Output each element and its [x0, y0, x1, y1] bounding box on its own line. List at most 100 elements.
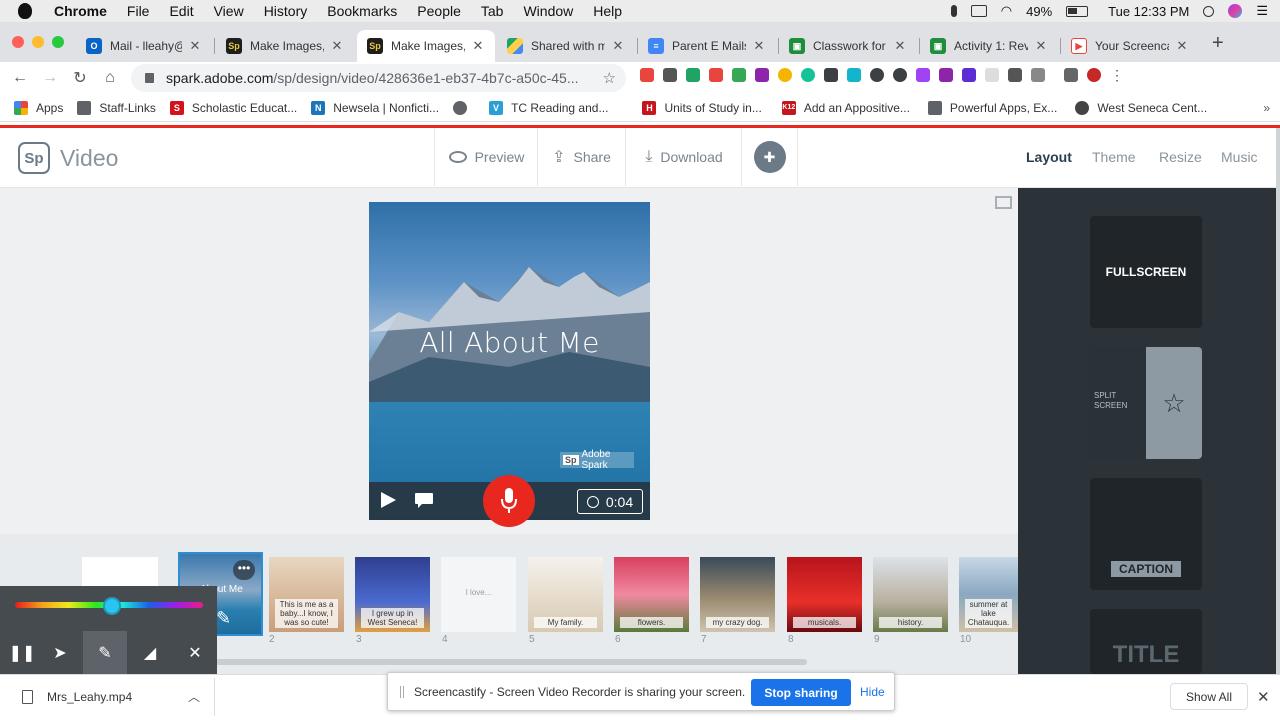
bookmark-powerful-apps[interactable]: Powerful Apps, Ex... — [927, 100, 1057, 115]
more-options-icon[interactable]: ••• — [233, 560, 255, 580]
slide-thumb-4[interactable]: I love... — [441, 557, 516, 632]
download-item[interactable]: Mrs_Leahy.mp4 — [22, 690, 132, 704]
forward-icon[interactable]: → — [40, 68, 60, 88]
slide-thumb-6[interactable]: flowers. — [614, 557, 689, 632]
tab-close-icon[interactable]: ✕ — [330, 38, 344, 54]
slide-thumb-8[interactable]: musicals. — [787, 557, 862, 632]
slide-thumb-2[interactable]: This is me as a baby...I know, I was so … — [269, 557, 344, 632]
menu-edit[interactable]: Edit — [169, 3, 193, 19]
bookmarks-overflow-icon[interactable]: » — [1263, 101, 1270, 115]
color-picker-handle[interactable] — [103, 597, 121, 615]
back-icon[interactable]: ← — [10, 68, 30, 88]
layout-split-screen[interactable]: SPLIT SCREEN ☆ — [1090, 347, 1202, 459]
extension-purple-icon[interactable] — [755, 68, 769, 82]
airplay-icon[interactable] — [970, 5, 987, 17]
menu-people[interactable]: People — [417, 3, 461, 19]
notification-center-icon[interactable]: ☰ — [1256, 3, 1268, 19]
tab-docs[interactable]: ≡ Parent E Mails ✕ — [638, 30, 776, 62]
layout-title[interactable]: TITLE — [1090, 609, 1202, 674]
battery-icon[interactable] — [1066, 5, 1089, 17]
preview-button[interactable]: Preview — [434, 128, 538, 186]
bookmark-globe[interactable] — [453, 100, 475, 115]
layout-fullscreen[interactable]: FULLSCREEN — [1090, 216, 1202, 328]
tab-close-icon[interactable]: ✕ — [611, 38, 625, 54]
tab-close-icon[interactable]: ✕ — [752, 38, 766, 54]
slide-preview[interactable]: All About Me Sp Adobe Spark — [369, 202, 650, 520]
bookmark-appositive[interactable]: K12 Add an Appositive... — [781, 100, 910, 115]
slide-thumb-7[interactable]: my crazy dog. — [700, 557, 775, 632]
tab-classroom-2[interactable]: ▣ Activity 1: Revi ✕ — [920, 30, 1058, 62]
window-close-icon[interactable] — [12, 36, 24, 48]
tab-close-icon[interactable]: ✕ — [471, 38, 485, 54]
menu-help[interactable]: Help — [593, 3, 622, 19]
menu-bookmarks[interactable]: Bookmarks — [327, 3, 397, 19]
new-tab-icon[interactable]: + — [1212, 32, 1224, 55]
tab-close-icon[interactable]: ✕ — [188, 38, 202, 54]
play-icon[interactable] — [378, 490, 398, 510]
add-slide-button[interactable] — [82, 557, 158, 587]
window-zoom-icon[interactable] — [52, 36, 64, 48]
extension-grammarly-icon[interactable] — [801, 68, 815, 82]
chrome-menu-icon[interactable]: ⋮ — [1110, 68, 1124, 82]
menu-tab[interactable]: Tab — [481, 3, 504, 19]
stop-sharing-button[interactable]: Stop sharing — [751, 679, 851, 706]
spotlight-search-icon[interactable] — [1203, 5, 1215, 17]
tab-close-icon[interactable]: ✕ — [1175, 38, 1189, 54]
tab-spark-1[interactable]: Sp Make Images, V ✕ — [216, 30, 354, 62]
tab-drive[interactable]: Shared with me ✕ — [497, 30, 635, 62]
extension-pdf-icon[interactable] — [939, 68, 953, 82]
apple-icon[interactable] — [18, 3, 32, 19]
bookmark-apps[interactable]: Apps — [14, 100, 63, 115]
slide-thumb-9[interactable]: history. — [873, 557, 948, 632]
extension-teal-icon[interactable] — [847, 68, 861, 82]
bookmark-tc-reading[interactable]: V TC Reading and... — [489, 100, 608, 115]
close-download-bar-icon[interactable]: ✕ — [1257, 688, 1270, 706]
tab-resize[interactable]: Resize — [1159, 149, 1202, 165]
tab-spark-active[interactable]: Sp Make Images, V ✕ — [357, 30, 495, 62]
show-all-button[interactable]: Show All — [1170, 683, 1248, 710]
tab-mail[interactable]: O Mail - lleahy@w ✕ — [76, 30, 212, 62]
eraser-tool-icon[interactable]: ◢ — [128, 631, 172, 674]
slide-duration[interactable]: 0:04 — [577, 489, 643, 514]
tab-screencastify[interactable]: ▶ Your Screenca ✕ — [1061, 30, 1199, 62]
menu-history[interactable]: History — [264, 3, 308, 19]
extension-drive-icon[interactable] — [686, 68, 700, 82]
reload-icon[interactable]: ↻ — [70, 68, 90, 88]
tab-music[interactable]: Music — [1221, 149, 1258, 165]
bookmark-units-of-study[interactable]: H Units of Study in... — [642, 100, 762, 115]
tab-classroom-1[interactable]: ▣ Classwork for P ✕ — [779, 30, 917, 62]
bookmark-scholastic[interactable]: S Scholastic Educat... — [169, 100, 297, 115]
bookmark-newsela[interactable]: N Newsela | Nonficti... — [311, 100, 439, 115]
layout-caption[interactable]: CAPTION — [1090, 478, 1202, 590]
close-annotation-icon[interactable]: ✕ — [173, 631, 217, 674]
fullscreen-expand-icon[interactable] — [995, 196, 1012, 209]
slide-thumb-3[interactable]: I grew up in West Seneca! — [355, 557, 430, 632]
tab-close-icon[interactable]: ✕ — [1034, 38, 1048, 54]
slide-thumb-10[interactable]: summer at lake Chatauqua. — [959, 557, 1018, 632]
spark-video-logo[interactable]: Sp Video — [18, 142, 118, 174]
home-icon[interactable]: ⌂ — [100, 68, 120, 88]
cursor-tool-icon[interactable]: ➤ — [38, 631, 82, 674]
extension-record-icon[interactable] — [709, 68, 723, 82]
record-voice-button[interactable] — [483, 475, 535, 527]
microphone-status-icon[interactable] — [950, 5, 957, 17]
collaborate-button[interactable]: ✚ — [741, 128, 798, 186]
menu-view[interactable]: View — [214, 3, 244, 19]
extension-v2-icon[interactable] — [893, 68, 907, 82]
pen-tool-icon[interactable]: ✎ — [83, 631, 127, 674]
hide-banner-button[interactable]: Hide — [860, 685, 885, 699]
strip-scrollbar[interactable] — [215, 659, 807, 665]
extension-v-icon[interactable] — [870, 68, 884, 82]
speech-bubble-icon[interactable] — [414, 492, 434, 508]
extension-c-icon[interactable] — [962, 68, 976, 82]
slide-thumb-5[interactable]: My family. — [528, 557, 603, 632]
chevron-up-icon[interactable]: ︿ — [188, 688, 200, 705]
tab-close-icon[interactable]: ✕ — [893, 38, 907, 54]
menu-window[interactable]: Window — [523, 3, 573, 19]
tab-layout[interactable]: Layout — [1026, 149, 1072, 165]
extension-violet-icon[interactable] — [916, 68, 930, 82]
wifi-icon[interactable]: ◠ — [1001, 3, 1012, 19]
extension-camera-icon[interactable] — [824, 68, 838, 82]
window-minimize-icon[interactable] — [32, 36, 44, 48]
extension-grid-icon[interactable] — [1031, 68, 1045, 82]
